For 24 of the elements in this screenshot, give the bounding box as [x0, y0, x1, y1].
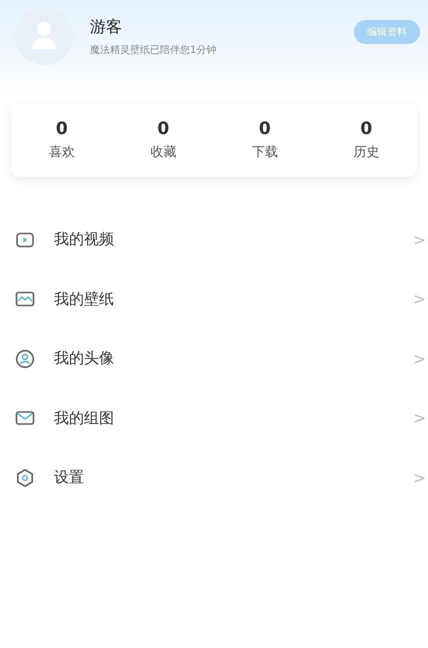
stat-value: 0 [360, 119, 372, 139]
chevron: > [413, 350, 426, 368]
chevron: > [413, 409, 426, 428]
menu-item[interactable]: 我的壁纸 [54, 290, 114, 309]
menu-item[interactable]: 我的视频 [54, 230, 114, 250]
stat-label[interactable]: 下载 [252, 145, 278, 161]
stat-value: 0 [56, 119, 68, 139]
user-name: 游客 [90, 17, 123, 37]
stat-label[interactable]: 收藏 [150, 145, 176, 161]
menu-item[interactable]: 我的组图 [54, 408, 114, 428]
user-subtitle: 魔法精灵壁纸已陪伴您1分钟 [90, 44, 216, 58]
menu-item[interactable]: 设置 [54, 468, 84, 488]
settings-icon [15, 468, 35, 488]
chevron: > [413, 468, 426, 487]
user-icon [15, 348, 35, 369]
stat-value: 0 [258, 119, 271, 139]
chevron: > [413, 290, 426, 308]
chevron: > [413, 230, 426, 249]
menu-item[interactable]: 我的头像 [54, 349, 114, 368]
stat-label[interactable]: 历史 [353, 145, 380, 161]
play-icon [15, 230, 35, 250]
stat-label[interactable]: 喜欢 [48, 145, 75, 161]
stat-value: 0 [157, 119, 170, 139]
image-icon [15, 289, 35, 310]
